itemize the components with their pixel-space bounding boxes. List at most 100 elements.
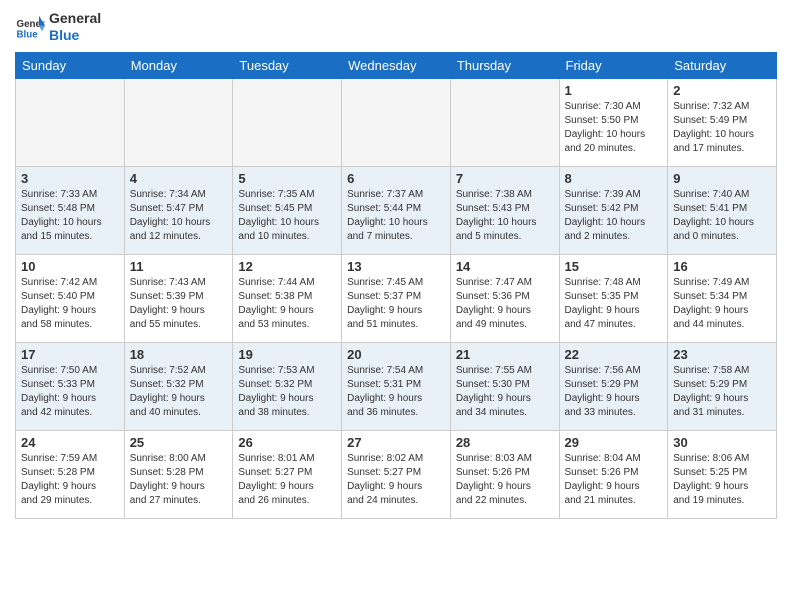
day-info: Sunrise: 7:38 AM Sunset: 5:43 PM Dayligh… <box>456 188 554 244</box>
calendar-cell: 2Sunrise: 7:32 AM Sunset: 5:49 PM Daylig… <box>668 78 777 166</box>
day-number: 24 <box>21 435 119 450</box>
logo: General Blue General Blue <box>15 10 101 44</box>
weekday-header-saturday: Saturday <box>668 52 777 78</box>
calendar-cell: 22Sunrise: 7:56 AM Sunset: 5:29 PM Dayli… <box>559 342 668 430</box>
day-number: 25 <box>130 435 228 450</box>
calendar-cell: 25 Sunrise: 8:00 AM Sunset: 5:28 PM Dayli… <box>124 430 233 518</box>
day-number: 9 <box>673 171 771 186</box>
day-number: 5 <box>238 171 336 186</box>
day-number: 17 <box>21 347 119 362</box>
day-info: Sunrise: 8:04 AM Sunset: 5:26 PM Dayligh… <box>565 452 663 508</box>
day-info: Sunrise: 7:54 AM Sunset: 5:31 PM Dayligh… <box>347 364 445 420</box>
page-container: General Blue General Blue SundayMondayTu… <box>0 0 792 524</box>
day-number: 22 <box>565 347 663 362</box>
calendar-cell <box>16 78 125 166</box>
day-info: Sunrise: 7:42 AM Sunset: 5:40 PM Dayligh… <box>21 276 119 332</box>
day-info: Sunrise: 7:49 AM Sunset: 5:34 PM Dayligh… <box>673 276 771 332</box>
day-number: 28 <box>456 435 554 450</box>
calendar-cell: 1Sunrise: 7:30 AM Sunset: 5:50 PM Daylig… <box>559 78 668 166</box>
day-number: 29 <box>565 435 663 450</box>
day-number: 12 <box>238 259 336 274</box>
calendar-cell: 9 Sunrise: 7:40 AM Sunset: 5:41 PM Daylig… <box>668 166 777 254</box>
weekday-header-tuesday: Tuesday <box>233 52 342 78</box>
calendar-cell <box>342 78 451 166</box>
calendar-cell: 30Sunrise: 8:06 AM Sunset: 5:25 PM Dayli… <box>668 430 777 518</box>
weekday-header-wednesday: Wednesday <box>342 52 451 78</box>
header: General Blue General Blue <box>15 10 777 44</box>
calendar-cell: 15 Sunrise: 7:48 AM Sunset: 5:35 PM Dayli… <box>559 254 668 342</box>
calendar-week-3: 10 Sunrise: 7:42 AM Sunset: 5:40 PM Dayli… <box>16 254 777 342</box>
day-info: Sunrise: 7:44 AM Sunset: 5:38 PM Dayligh… <box>238 276 336 332</box>
calendar-cell: 14 Sunrise: 7:47 AM Sunset: 5:36 PM Dayli… <box>450 254 559 342</box>
calendar-cell: 6 Sunrise: 7:37 AM Sunset: 5:44 PM Daylig… <box>342 166 451 254</box>
calendar-header: SundayMondayTuesdayWednesdayThursdayFrid… <box>16 52 777 78</box>
logo-icon: General Blue <box>15 12 45 42</box>
day-number: 14 <box>456 259 554 274</box>
day-info: Sunrise: 8:01 AM Sunset: 5:27 PM Dayligh… <box>238 452 336 508</box>
day-info: Sunrise: 7:37 AM Sunset: 5:44 PM Dayligh… <box>347 188 445 244</box>
calendar-cell: 17 Sunrise: 7:50 AM Sunset: 5:33 PM Dayli… <box>16 342 125 430</box>
weekday-header-sunday: Sunday <box>16 52 125 78</box>
day-info: Sunrise: 7:33 AM Sunset: 5:48 PM Dayligh… <box>21 188 119 244</box>
calendar-cell: 11 Sunrise: 7:43 AM Sunset: 5:39 PM Dayli… <box>124 254 233 342</box>
day-number: 13 <box>347 259 445 274</box>
day-number: 26 <box>238 435 336 450</box>
day-info: Sunrise: 7:47 AM Sunset: 5:36 PM Dayligh… <box>456 276 554 332</box>
calendar-cell: 16 Sunrise: 7:49 AM Sunset: 5:34 PM Dayli… <box>668 254 777 342</box>
day-number: 20 <box>347 347 445 362</box>
calendar-body: 1Sunrise: 7:30 AM Sunset: 5:50 PM Daylig… <box>16 78 777 518</box>
calendar-cell: 27 Sunrise: 8:02 AM Sunset: 5:27 PM Dayli… <box>342 430 451 518</box>
calendar-cell: 13Sunrise: 7:45 AM Sunset: 5:37 PM Dayli… <box>342 254 451 342</box>
calendar-cell: 4Sunrise: 7:34 AM Sunset: 5:47 PM Daylig… <box>124 166 233 254</box>
calendar-cell: 7Sunrise: 7:38 AM Sunset: 5:43 PM Daylig… <box>450 166 559 254</box>
day-info: Sunrise: 7:43 AM Sunset: 5:39 PM Dayligh… <box>130 276 228 332</box>
calendar-cell: 28 Sunrise: 8:03 AM Sunset: 5:26 PM Dayli… <box>450 430 559 518</box>
day-number: 16 <box>673 259 771 274</box>
calendar-cell: 19 Sunrise: 7:53 AM Sunset: 5:32 PM Dayli… <box>233 342 342 430</box>
weekday-header-monday: Monday <box>124 52 233 78</box>
day-info: Sunrise: 7:52 AM Sunset: 5:32 PM Dayligh… <box>130 364 228 420</box>
day-info: Sunrise: 7:48 AM Sunset: 5:35 PM Dayligh… <box>565 276 663 332</box>
day-info: Sunrise: 8:00 AM Sunset: 5:28 PM Dayligh… <box>130 452 228 508</box>
day-number: 30 <box>673 435 771 450</box>
calendar-cell: 20 Sunrise: 7:54 AM Sunset: 5:31 PM Dayli… <box>342 342 451 430</box>
calendar-cell: 3 Sunrise: 7:33 AM Sunset: 5:48 PM Daylig… <box>16 166 125 254</box>
day-info: Sunrise: 7:58 AM Sunset: 5:29 PM Dayligh… <box>673 364 771 420</box>
day-info: Sunrise: 7:53 AM Sunset: 5:32 PM Dayligh… <box>238 364 336 420</box>
day-number: 10 <box>21 259 119 274</box>
calendar-table: SundayMondayTuesdayWednesdayThursdayFrid… <box>15 52 777 519</box>
day-number: 19 <box>238 347 336 362</box>
calendar-cell: 18 Sunrise: 7:52 AM Sunset: 5:32 PM Dayli… <box>124 342 233 430</box>
day-number: 6 <box>347 171 445 186</box>
calendar-cell <box>124 78 233 166</box>
logo-text: General Blue <box>49 10 101 44</box>
day-number: 15 <box>565 259 663 274</box>
calendar-cell <box>233 78 342 166</box>
day-number: 11 <box>130 259 228 274</box>
day-number: 27 <box>347 435 445 450</box>
day-number: 3 <box>21 171 119 186</box>
calendar-cell <box>450 78 559 166</box>
day-info: Sunrise: 8:03 AM Sunset: 5:26 PM Dayligh… <box>456 452 554 508</box>
weekday-header-friday: Friday <box>559 52 668 78</box>
day-number: 23 <box>673 347 771 362</box>
day-info: Sunrise: 7:50 AM Sunset: 5:33 PM Dayligh… <box>21 364 119 420</box>
day-number: 18 <box>130 347 228 362</box>
day-info: Sunrise: 7:40 AM Sunset: 5:41 PM Dayligh… <box>673 188 771 244</box>
day-info: Sunrise: 7:59 AM Sunset: 5:28 PM Dayligh… <box>21 452 119 508</box>
svg-text:Blue: Blue <box>17 29 39 40</box>
day-number: 8 <box>565 171 663 186</box>
day-info: Sunrise: 8:02 AM Sunset: 5:27 PM Dayligh… <box>347 452 445 508</box>
calendar-week-4: 17 Sunrise: 7:50 AM Sunset: 5:33 PM Dayli… <box>16 342 777 430</box>
day-info: Sunrise: 7:55 AM Sunset: 5:30 PM Dayligh… <box>456 364 554 420</box>
calendar-cell: 29 Sunrise: 8:04 AM Sunset: 5:26 PM Dayli… <box>559 430 668 518</box>
calendar-cell: 8 Sunrise: 7:39 AM Sunset: 5:42 PM Daylig… <box>559 166 668 254</box>
calendar-cell: 21 Sunrise: 7:55 AM Sunset: 5:30 PM Dayli… <box>450 342 559 430</box>
day-info: Sunrise: 7:32 AM Sunset: 5:49 PM Dayligh… <box>673 100 771 156</box>
calendar-cell: 10 Sunrise: 7:42 AM Sunset: 5:40 PM Dayli… <box>16 254 125 342</box>
day-info: Sunrise: 7:39 AM Sunset: 5:42 PM Dayligh… <box>565 188 663 244</box>
calendar-cell: 23 Sunrise: 7:58 AM Sunset: 5:29 PM Dayli… <box>668 342 777 430</box>
day-number: 21 <box>456 347 554 362</box>
day-number: 4 <box>130 171 228 186</box>
weekday-header-row: SundayMondayTuesdayWednesdayThursdayFrid… <box>16 52 777 78</box>
